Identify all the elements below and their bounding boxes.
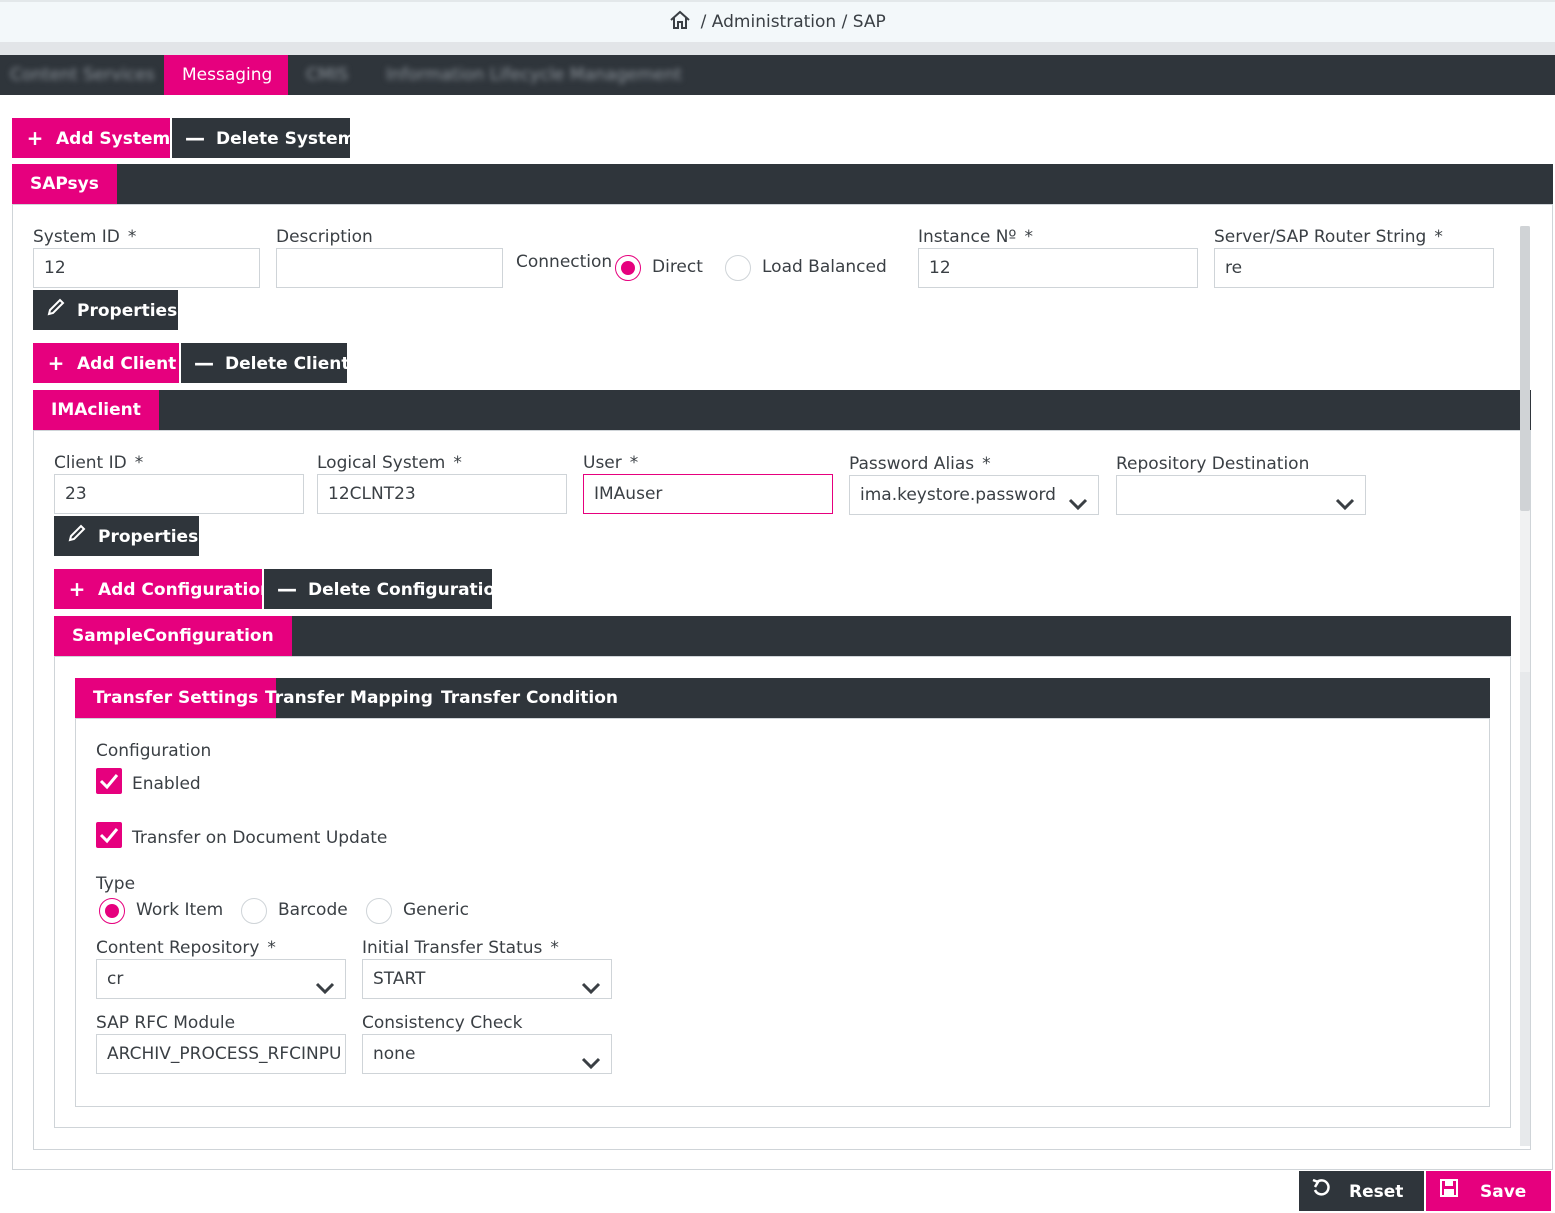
delete-system-button[interactable]: — Delete System: [172, 118, 355, 158]
generic-label: Generic: [403, 900, 469, 920]
work-item-radio[interactable]: [99, 898, 125, 924]
delete-configuration-button[interactable]: — Delete Configuration: [264, 569, 507, 609]
instance-label: Instance Nº *: [918, 227, 1033, 247]
load-balanced-radio[interactable]: [725, 255, 751, 281]
minus-icon: —: [277, 577, 297, 601]
pencil-icon: [66, 516, 88, 556]
consistency-check-label: Consistency Check: [362, 1013, 523, 1033]
transfer-update-label: Transfer on Document Update: [132, 828, 388, 848]
main-tabs: Content Services Messaging CMIS Informat…: [0, 55, 1555, 95]
delete-client-button[interactable]: — Delete Client: [181, 343, 349, 383]
sap-rfc-module-label: SAP RFC Module: [96, 1013, 236, 1033]
description-label: Description: [276, 227, 373, 247]
description-input[interactable]: [276, 248, 503, 288]
system-tab-sapsys[interactable]: SAPsys: [12, 164, 117, 204]
check-icon: [99, 828, 119, 844]
system-id-input[interactable]: 12: [33, 248, 260, 288]
barcode-radio[interactable]: [241, 898, 267, 924]
breadcrumb: / Administration / SAP: [0, 10, 1555, 35]
load-balanced-label: Load Balanced: [762, 257, 887, 277]
tab-messaging[interactable]: Messaging: [164, 55, 288, 95]
barcode-label: Barcode: [278, 900, 348, 920]
minus-icon: —: [185, 126, 205, 150]
scrollbar-thumb[interactable]: [1520, 226, 1530, 511]
configuration-scrollbar[interactable]: [1520, 672, 1530, 1146]
chevron-down-icon: [1335, 487, 1355, 514]
add-configuration-button[interactable]: + Add Configuration: [54, 569, 272, 609]
divider: [0, 42, 1555, 55]
user-label: User *: [583, 453, 639, 473]
consistency-check-select[interactable]: none: [362, 1034, 612, 1074]
client-tabs: IMAclient: [33, 390, 1531, 430]
chevron-down-icon: [1068, 487, 1088, 514]
enabled-label: Enabled: [132, 774, 201, 794]
initial-transfer-status-label: Initial Transfer Status *: [362, 938, 559, 958]
tab-content-services[interactable]: Content Services: [0, 55, 173, 95]
configuration-label: Configuration: [96, 741, 212, 761]
server-label: Server/SAP Router String *: [1214, 227, 1443, 247]
tab-information-lifecycle-management[interactable]: Information Lifecycle Management: [368, 55, 700, 95]
user-input[interactable]: IMAuser: [583, 474, 833, 514]
save-button[interactable]: Save: [1426, 1171, 1551, 1211]
breadcrumb-administration[interactable]: Administration: [712, 12, 836, 32]
client-tab-imaclient[interactable]: IMAclient: [33, 390, 159, 430]
server-input[interactable]: re: [1214, 248, 1494, 288]
transfer-update-checkbox[interactable]: [96, 822, 122, 848]
tab-transfer-mapping[interactable]: Transfer Mapping: [247, 678, 451, 718]
plus-icon: +: [47, 351, 65, 375]
connection-label: Connection: [516, 252, 613, 272]
floppy-disk-icon: [1438, 1171, 1460, 1211]
configuration-tab-sampleconfiguration[interactable]: SampleConfiguration: [54, 616, 292, 656]
tab-cmis[interactable]: CMIS: [288, 55, 366, 95]
client-id-input[interactable]: 23: [54, 474, 304, 514]
add-system-button[interactable]: + Add System: [12, 118, 170, 158]
repository-destination-label: Repository Destination: [1116, 454, 1310, 474]
repository-destination-select[interactable]: [1116, 475, 1366, 515]
password-alias-select[interactable]: ima.keystore.password: [849, 475, 1099, 515]
pencil-icon: [45, 290, 67, 330]
direct-radio[interactable]: [615, 255, 641, 281]
chevron-down-icon: [581, 1046, 601, 1073]
check-icon: [99, 774, 119, 790]
type-label: Type: [96, 874, 136, 894]
tab-transfer-condition[interactable]: Transfer Condition: [423, 678, 636, 718]
content-repository-select[interactable]: cr: [96, 959, 346, 999]
work-item-label: Work Item: [136, 900, 224, 920]
client-id-label: Client ID *: [54, 453, 144, 473]
enabled-checkbox[interactable]: [96, 768, 122, 794]
password-alias-label: Password Alias *: [849, 454, 991, 474]
client-properties-button[interactable]: Properties: [54, 516, 199, 556]
chevron-down-icon: [315, 971, 335, 998]
add-client-button[interactable]: + Add Client: [33, 343, 179, 383]
minus-icon: —: [194, 351, 214, 375]
logical-system-input[interactable]: 12CLNT23: [317, 474, 567, 514]
plus-icon: +: [68, 577, 86, 601]
direct-label: Direct: [652, 257, 703, 277]
initial-transfer-status-select[interactable]: START: [362, 959, 612, 999]
configuration-tabs: SampleConfiguration: [54, 616, 1511, 656]
logical-system-label: Logical System *: [317, 453, 462, 473]
reset-button[interactable]: Reset: [1299, 1171, 1424, 1211]
system-tabs: SAPsys: [12, 164, 1553, 204]
system-properties-button[interactable]: Properties: [33, 290, 178, 330]
chevron-down-icon: [581, 971, 601, 998]
system-id-label: System ID *: [33, 227, 137, 247]
instance-input[interactable]: 12: [918, 248, 1198, 288]
sap-rfc-module-input[interactable]: ARCHIV_PROCESS_RFCINPU: [96, 1034, 346, 1074]
breadcrumb-sap: SAP: [852, 12, 886, 32]
undo-icon: [1311, 1171, 1333, 1211]
home-icon[interactable]: [669, 10, 691, 35]
generic-radio[interactable]: [366, 898, 392, 924]
plus-icon: +: [26, 126, 44, 150]
content-repository-label: Content Repository *: [96, 938, 276, 958]
transfer-tabs: Transfer Settings Transfer Mapping Trans…: [75, 678, 1490, 718]
